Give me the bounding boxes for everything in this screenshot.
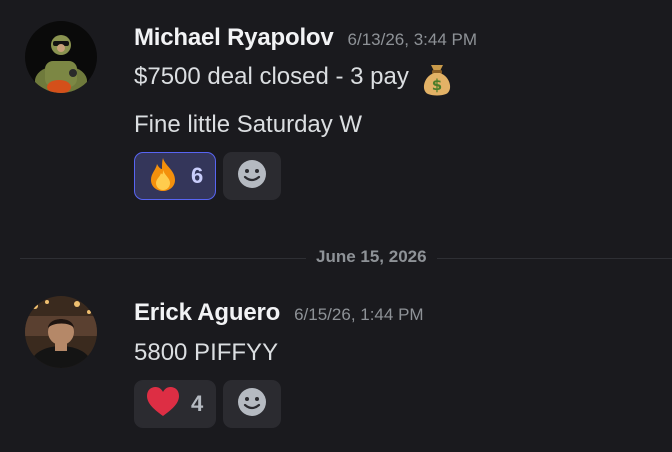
reaction-count: 6 [191,163,204,188]
svg-text:$: $ [432,76,442,94]
timestamp[interactable]: 6/13/26, 3:44 PM [348,30,477,50]
message-text: $7500 deal closed - 3 pay [134,63,409,90]
add-reaction-button[interactable] [223,152,282,200]
smiley-add-reaction-icon [236,386,268,423]
date-divider-label: June 15, 2026 [306,247,437,267]
message-line: 5800 PIFFYY [134,336,278,370]
author-name[interactable]: Erick Aguero [134,299,280,327]
smiley-add-reaction-icon [236,158,268,195]
avatar-michael[interactable] [25,21,97,93]
reaction-count: 4 [191,391,204,416]
timestamp[interactable]: 6/15/26, 1:44 PM [294,305,423,325]
message-header: Erick Aguero 6/15/26, 1:44 PM [134,299,424,327]
avatar-erick[interactable] [25,296,97,368]
fire-icon [145,156,181,197]
reaction-fire[interactable]: 6 [134,152,217,200]
reaction-heart[interactable]: 4 [134,380,217,428]
red-heart-icon [145,384,181,425]
message-line: Fine little Saturday W [134,108,362,142]
message-text: 5800 PIFFYY [134,339,279,366]
author-name[interactable]: Michael Ryapolov [134,24,334,52]
money-bag-icon: $ [417,57,457,97]
message-text: Fine little Saturday W [134,111,363,138]
message-line: $7500 deal closed - 3 pay $ [134,57,457,97]
chat-view: Michael Ryapolov 6/13/26, 3:44 PM $7500 … [0,0,672,452]
add-reaction-button[interactable] [223,380,282,428]
reactions-bar: 4 [134,380,282,428]
reactions-bar: 6 [134,152,282,200]
message-header: Michael Ryapolov 6/13/26, 3:44 PM [134,24,477,52]
